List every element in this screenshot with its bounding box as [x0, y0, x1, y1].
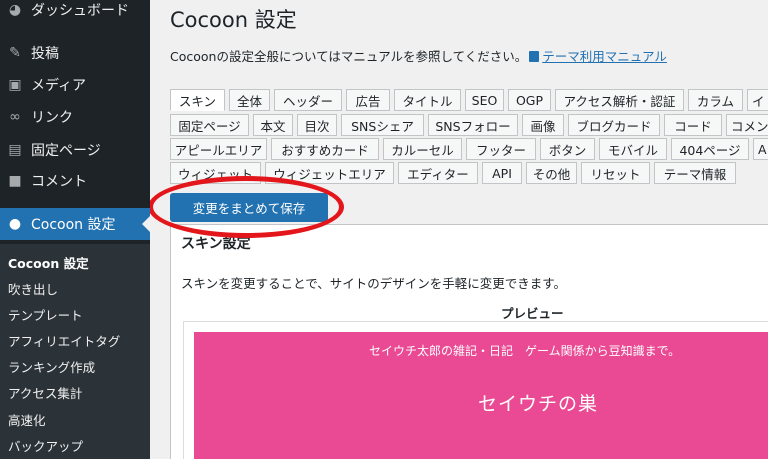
skin-settings-panel: スキン設定 スキンを変更することで、サイトのデザインを手軽に変更できます。 プレ…: [170, 224, 768, 459]
page-icon: ▤: [8, 142, 22, 158]
book-icon: [529, 51, 540, 62]
sidebar-item-label: 固定ページ: [31, 143, 101, 159]
sidebar-item-label: 投稿: [31, 46, 59, 62]
main-content: Cocoon 設定 Cocoonの設定全般についてはマニュアルを参照してください…: [150, 0, 768, 459]
tab-code[interactable]: コード: [664, 114, 722, 136]
tab-image[interactable]: 画像: [522, 114, 564, 136]
tab-analytics[interactable]: アクセス解析・認証: [555, 89, 684, 111]
preview-site-header: セイウチ太郎の雑記・日記 ゲーム関係から豆知識まで。 セイウチの巣: [194, 332, 768, 459]
tab-comment[interactable]: コメン: [726, 114, 768, 136]
submenu-item-speech-balloon[interactable]: 吹き出し: [8, 279, 58, 298]
sidebar-item-pages[interactable]: ▤ 固定ページ: [0, 134, 150, 166]
media-icon: ▣: [8, 77, 22, 93]
intro-text: Cocoonの設定全般についてはマニュアルを参照してください。 テーマ利用マニュア…: [170, 46, 667, 65]
sidebar-item-posts[interactable]: ✎ 投稿: [0, 37, 150, 69]
comment-icon: ■: [8, 173, 22, 189]
active-indicator: [142, 216, 150, 232]
tab-reset[interactable]: リセット: [581, 162, 650, 184]
skin-settings-heading: スキン設定: [181, 236, 251, 252]
tab-other[interactable]: その他: [526, 162, 577, 184]
tab-body[interactable]: 本文: [253, 114, 293, 136]
submenu-item-template[interactable]: テンプレート: [8, 305, 83, 324]
tab-mobile[interactable]: モバイル: [599, 138, 667, 160]
sidebar-item-label: メディア: [31, 78, 87, 94]
cocoon-submenu: Cocoon 設定 吹き出し テンプレート アフィリエイトタグ ランキング作成 …: [0, 244, 150, 459]
tab-sns-follow[interactable]: SNSフォロー: [428, 114, 518, 136]
preview-label: プレビュー: [501, 306, 564, 321]
tab-api[interactable]: API: [482, 162, 522, 184]
admin-sidebar: ◕ ダッシュボード ✎ 投稿 ▣ メディア ∞ リンク ▤ 固定ページ ■ コメ…: [0, 0, 150, 459]
skin-settings-description: スキンを変更することで、サイトのデザインを手軽に変更できます。: [181, 276, 567, 291]
manual-link[interactable]: テーマ利用マニュアル: [542, 49, 667, 64]
tab-header[interactable]: ヘッダー: [274, 89, 342, 111]
submenu-item-cocoon-settings[interactable]: Cocoon 設定: [8, 253, 89, 272]
sidebar-item-label: Cocoon 設定: [31, 217, 116, 233]
tab-title[interactable]: タイトル: [394, 89, 461, 111]
tab-widget-area[interactable]: ウィジェットエリア: [265, 162, 394, 184]
pin-icon: ✎: [9, 45, 21, 61]
preview-tagline: セイウチ太郎の雑記・日記 ゲーム関係から豆知識まで。: [369, 344, 681, 358]
tab-carousel[interactable]: カルーセル: [383, 138, 462, 160]
sidebar-item-label: リンク: [31, 110, 73, 126]
submenu-item-affiliate-tag[interactable]: アフィリエイトタグ: [8, 331, 120, 350]
tab-button[interactable]: ボタン: [540, 138, 595, 160]
sidebar-item-media[interactable]: ▣ メディア: [0, 69, 150, 101]
link-icon: ∞: [9, 109, 21, 125]
sidebar-item-comments[interactable]: ■ コメント: [0, 165, 150, 197]
sidebar-item-cocoon-settings[interactable]: ● Cocoon 設定: [0, 208, 150, 240]
cocoon-icon: ●: [8, 216, 22, 232]
tab-ads[interactable]: 広告: [346, 89, 390, 111]
tab-theme-info[interactable]: テーマ情報: [654, 162, 736, 184]
tab-general[interactable]: 全体: [229, 89, 270, 111]
sidebar-item-label: ダッシュボード: [31, 3, 129, 19]
tab-truncated-row3[interactable]: A: [753, 138, 768, 160]
submenu-item-access-stats[interactable]: アクセス集計: [8, 383, 82, 402]
sidebar-item-dashboard[interactable]: ◕ ダッシュボード: [0, 0, 150, 26]
submenu-item-ranking[interactable]: ランキング作成: [8, 357, 95, 376]
tab-appeal-area[interactable]: アピールエリア: [170, 138, 267, 160]
tab-sns-share[interactable]: SNSシェア: [341, 114, 424, 136]
tab-seo[interactable]: SEO: [465, 89, 504, 111]
intro-message: Cocoonの設定全般についてはマニュアルを参照してください。: [170, 49, 528, 64]
tab-truncated-row1[interactable]: イ: [747, 89, 768, 111]
dashboard-icon: ◕: [8, 2, 22, 18]
tab-404-page[interactable]: 404ページ: [671, 138, 749, 160]
skin-preview-frame: セイウチ太郎の雑記・日記 ゲーム関係から豆知識まで。 セイウチの巣: [183, 321, 768, 459]
tab-footer[interactable]: フッター: [466, 138, 536, 160]
preview-site-name: セイウチの巣: [478, 393, 599, 415]
submenu-item-speedup[interactable]: 高速化: [8, 410, 46, 429]
tab-ogp[interactable]: OGP: [508, 89, 551, 111]
tab-blog-card[interactable]: ブログカード: [568, 114, 660, 136]
tab-column[interactable]: カラム: [688, 89, 743, 111]
tab-recommended-cards[interactable]: おすすめカード: [271, 138, 379, 160]
tab-skin[interactable]: スキン: [170, 89, 225, 111]
page-title: Cocoon 設定: [170, 8, 297, 32]
tab-editor[interactable]: エディター: [398, 162, 478, 184]
tab-widget[interactable]: ウィジェット: [170, 162, 261, 184]
submenu-item-backup[interactable]: バックアップ: [8, 436, 83, 455]
sidebar-item-label: コメント: [31, 174, 87, 190]
sidebar-item-links[interactable]: ∞ リンク: [0, 101, 150, 133]
tab-toc[interactable]: 目次: [297, 114, 337, 136]
tab-fixed-page[interactable]: 固定ページ: [170, 114, 249, 136]
save-all-button[interactable]: 変更をまとめて保存: [170, 193, 328, 222]
